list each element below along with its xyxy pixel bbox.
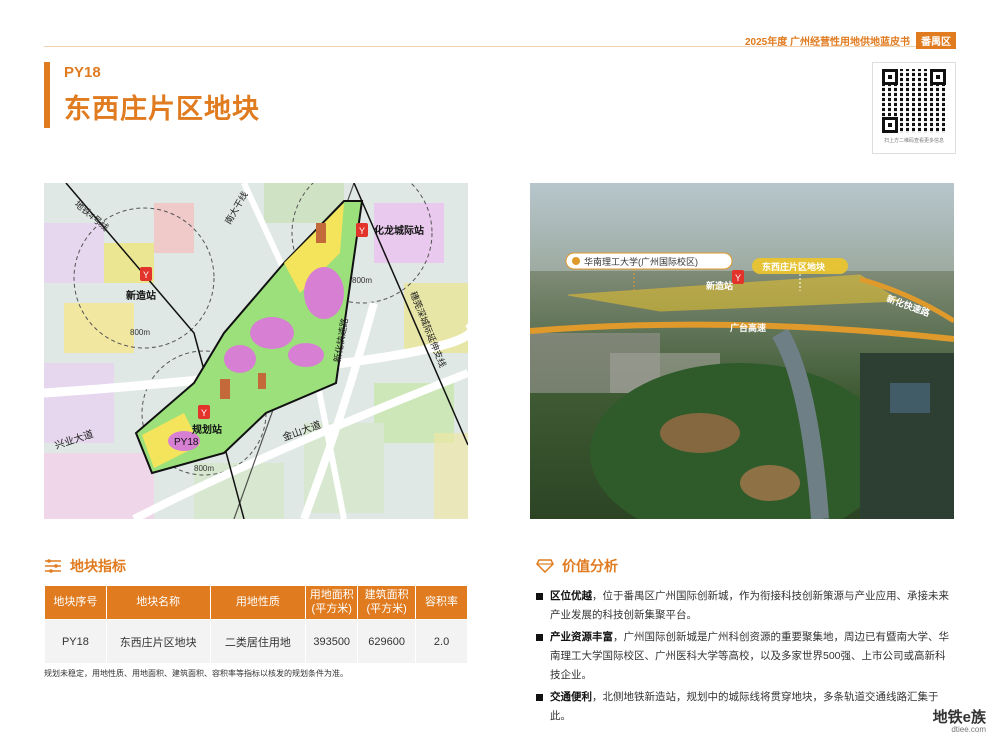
col-header: 容积率 (415, 585, 468, 620)
map-label-guihua-station: 规划站 (192, 423, 222, 436)
aerial-label-plot: 东西庄片区地块 (762, 261, 826, 272)
svg-text:Y: Y (735, 273, 741, 283)
svg-text:Y: Y (359, 226, 365, 236)
item-text: ，北侧地铁新造站，规划中的城际线将贯穿地块，多条轨道交通线路汇集于此。 (550, 691, 939, 722)
aerial-label-university: 华南理工大学(广州国际校区) (584, 256, 698, 267)
map-label-plot: PY18 (174, 437, 199, 448)
value-heading-text: 价值分析 (562, 558, 618, 574)
metro-icon-guihua: Y (198, 405, 210, 419)
diamond-icon (536, 559, 554, 573)
table-row: PY18 东西庄片区地块 二类居住用地 393500 629600 2.0 (44, 619, 468, 664)
watermark: 地铁e族 dtiee.com (932, 708, 986, 735)
university-icon (572, 257, 580, 265)
col-header: 建筑面积 (平方米) (357, 585, 417, 620)
sliders-icon (45, 559, 61, 573)
svg-text:Y: Y (201, 408, 207, 418)
qr-code[interactable]: 扫上方二维码查看更多信息 (872, 62, 956, 154)
map-label-radius-c: 800m (194, 464, 214, 473)
table-cell: 东西庄片区地块 (105, 619, 211, 664)
value-heading: 价值分析 (536, 556, 618, 576)
table-cell: 629600 (357, 619, 417, 664)
value-list: 区位优越，位于番禺区广州国际创新城，作为衔接科技创新策源与产业应用、承接未来产业… (536, 587, 956, 729)
metro-icon-huanglong: Y (356, 223, 368, 237)
list-item: 交通便利，北侧地铁新造站，规划中的城际线将贯穿地块，多条轨道交通线路汇集于此。 (536, 688, 956, 726)
indicators-heading: 地块指标 (44, 556, 126, 576)
indicators-heading-text: 地块指标 (70, 558, 126, 574)
list-item: 区位优越，位于番禺区广州国际创新城，作为衔接科技创新策源与产业应用、承接未来产业… (536, 587, 956, 625)
col-header: 地块名称 (105, 585, 211, 620)
title-accent-bar (44, 62, 50, 128)
metro-icon-aerial: Y (732, 270, 744, 284)
map-label-radius-b: 800m (130, 328, 150, 337)
qr-code-icon (882, 69, 946, 133)
table-cell: 2.0 (415, 619, 468, 664)
title-block: PY18 东西庄片区地块 (44, 62, 260, 128)
table-note: 规划未稳定，用地性质、用地面积、建筑面积、容积率等指标以核发的规划条件为准。 (44, 669, 348, 678)
indicator-table: 地块序号 地块名称 用地性质 用地面积 (平方米) 建筑面积 (平方米) 容积率… (44, 585, 468, 664)
watermark-site: dtiee.com (951, 725, 986, 735)
table-cell: PY18 (44, 619, 107, 664)
map-label-xinzao-station: 新造站 (126, 289, 156, 302)
table-cell: 393500 (305, 619, 359, 664)
col-header: 地块序号 (44, 585, 107, 620)
aerial-label-xinzao: 新造站 (706, 280, 733, 291)
item-title: 产业资源丰富 (550, 631, 613, 643)
metro-icon-xinzao: Y (140, 267, 152, 281)
page-title: 东西庄片区地块 (64, 94, 260, 124)
aerial-label-guangtai: 广台高速 (730, 322, 766, 333)
location-map: Y Y Y 地铁4号线 南大干线 化龙城际站 新造站 规划站 PY18 兴业大道… (44, 183, 468, 519)
list-item: 产业资源丰富，广州国际创新城是广州科创资源的重要聚集地，周边已有暨南大学、华南理… (536, 628, 956, 685)
aerial-photo: Y 华南理工大学(广州国际校区) 东西庄片区地块 新造站 广台高速 新化快速路 (530, 183, 954, 519)
map-label-radius-a: 800m (352, 276, 372, 285)
watermark-brand: 地铁e族 (932, 708, 986, 726)
svg-text:Y: Y (143, 270, 149, 280)
map-label-huanglong-station: 化龙城际站 (374, 224, 424, 237)
col-header: 用地面积 (平方米) (305, 585, 359, 620)
item-text: ，位于番禺区广州国际创新城，作为衔接科技创新策源与产业应用、承接未来产业发展的科… (550, 590, 949, 621)
col-header: 用地性质 (209, 585, 307, 620)
item-title: 交通便利 (550, 691, 592, 703)
qr-caption: 扫上方二维码查看更多信息 (883, 138, 944, 144)
table-cell: 二类居住用地 (209, 619, 307, 664)
header-rule (44, 46, 956, 47)
item-title: 区位优越 (550, 590, 592, 602)
plot-code: PY18 (64, 64, 101, 81)
